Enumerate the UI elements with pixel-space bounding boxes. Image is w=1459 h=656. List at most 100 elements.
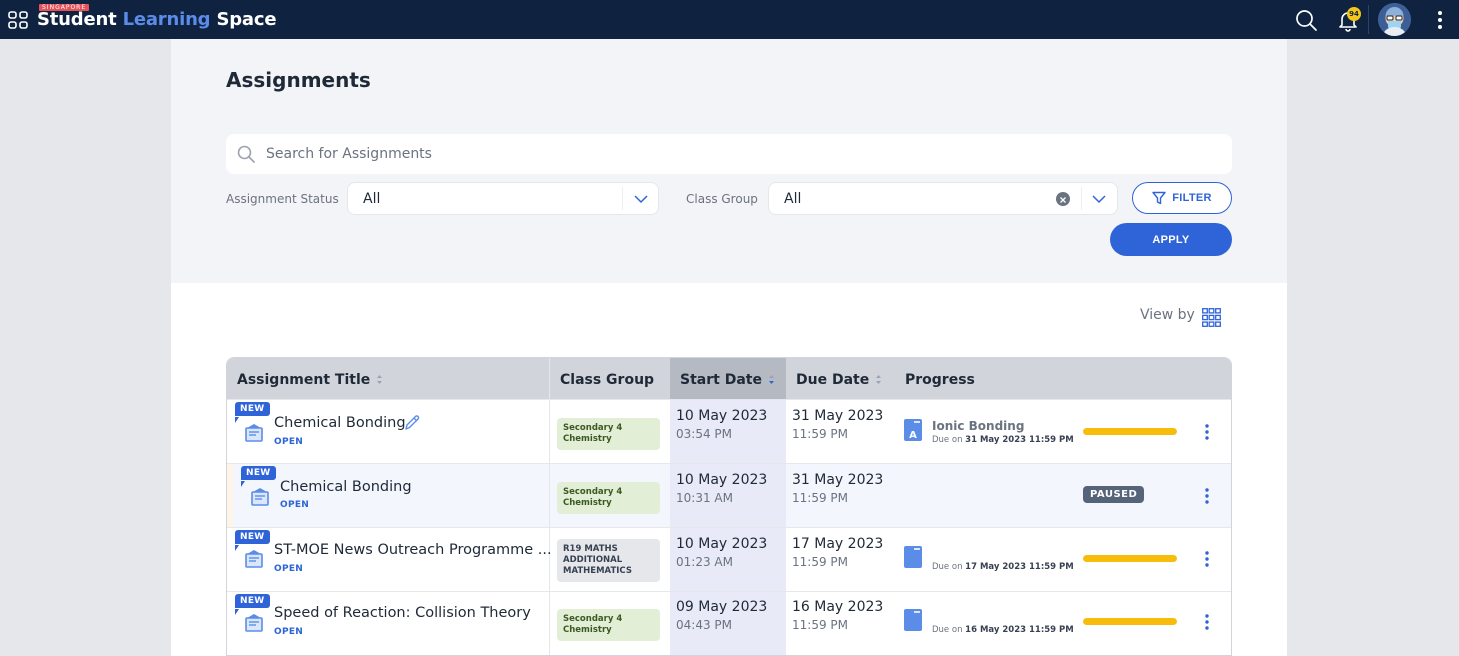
row-menu-kebab-icon[interactable] — [1201, 613, 1213, 631]
avatar[interactable] — [1378, 3, 1411, 36]
progress-bar — [1083, 555, 1177, 562]
progress-bar-fill — [1083, 555, 1177, 562]
column-header-progress: Progress — [905, 358, 975, 399]
column-header-title-label: Assignment Title — [237, 371, 371, 388]
grid-view-icon[interactable] — [1202, 308, 1221, 327]
filter-panel: Assignments Assignment Status All Class … — [171, 39, 1287, 283]
brand-word-space: Space — [216, 9, 277, 30]
column-header-start-date-label: Start Date — [680, 371, 762, 388]
class-group-chip: Secondary 4 Chemistry — [557, 482, 660, 514]
start-time: 10:31 AM — [676, 491, 733, 505]
chevron-down-icon[interactable] — [633, 192, 649, 206]
topbar-divider — [1368, 5, 1369, 34]
filter-button-label: FILTER — [1172, 192, 1212, 204]
brand-name: Student Learning Space — [37, 9, 277, 30]
status-open-label: OPEN — [274, 437, 304, 447]
column-header-due-date-label: Due Date — [796, 371, 870, 388]
new-badge: NEW — [235, 530, 270, 544]
start-time: 03:54 PM — [676, 427, 732, 441]
new-badge: NEW — [235, 402, 270, 416]
due-date: 16 May 2023 — [792, 599, 884, 615]
table-row[interactable]: NEW Speed of Reaction: Collision Theory … — [227, 591, 1231, 655]
folder-icon: A — [904, 419, 922, 441]
table-row[interactable]: NEW Chemical Bonding OPEN Secondary 4 Ch… — [227, 399, 1231, 463]
progress-due-text: Due on 31 May 2023 11:59 PM — [932, 435, 1074, 445]
due-prefix: Due on — [932, 435, 963, 445]
due-time: 11:59 PM — [792, 555, 848, 569]
column-divider — [549, 592, 550, 655]
table-row[interactable]: NEW ST-MOE News Outreach Programme ... O… — [227, 527, 1231, 591]
search-input[interactable] — [266, 142, 1206, 166]
apply-button-label: APPLY — [1152, 233, 1190, 246]
assignment-icon — [251, 488, 269, 506]
due-date: 31 May 2023 — [792, 408, 884, 424]
column-divider — [549, 528, 550, 591]
apply-button[interactable]: APPLY — [1110, 223, 1232, 256]
sort-icon[interactable] — [875, 374, 882, 385]
new-badge: NEW — [241, 466, 276, 480]
due-time: 11:59 PM — [792, 491, 848, 505]
table-row[interactable]: NEW Chemical Bonding OPEN Secondary 4 Ch… — [227, 463, 1231, 527]
apps-grid-icon[interactable] — [8, 11, 28, 29]
header-divider — [549, 358, 550, 399]
due-prefix: Due on — [932, 562, 963, 572]
column-divider — [549, 464, 550, 527]
class-group-chip: Secondary 4 Chemistry — [557, 418, 660, 450]
status-open-label: OPEN — [274, 564, 304, 574]
progress-due-text: Due on 17 May 2023 11:59 PM — [932, 562, 1074, 572]
new-badge: NEW — [235, 594, 270, 608]
start-date: 09 May 2023 — [676, 599, 768, 615]
progress-bar-fill — [1083, 428, 1177, 435]
filter-funnel-icon — [1152, 191, 1166, 205]
progress-bar — [1083, 618, 1177, 625]
select-separator — [622, 187, 623, 210]
row-accent — [227, 464, 233, 527]
status-open-label: OPEN — [274, 627, 304, 637]
column-header-class-group: Class Group — [560, 358, 654, 399]
brand-word-student: Student — [37, 9, 117, 30]
row-menu-kebab-icon[interactable] — [1201, 487, 1213, 505]
folder-icon — [904, 609, 922, 631]
column-header-due-date[interactable]: Due Date — [796, 358, 882, 399]
row-menu-kebab-icon[interactable] — [1201, 423, 1213, 441]
search-icon[interactable] — [1294, 8, 1318, 32]
due-datetime: 31 May 2023 11:59 PM — [965, 435, 1074, 445]
sort-icon[interactable] — [376, 374, 383, 385]
class-group-value: All — [784, 191, 802, 207]
filter-button[interactable]: FILTER — [1132, 182, 1232, 214]
assignment-icon — [245, 424, 263, 442]
notification-count-badge: 94 — [1347, 7, 1361, 21]
due-time: 11:59 PM — [792, 427, 848, 441]
progress-bar-fill — [1083, 618, 1177, 625]
due-prefix: Due on — [932, 625, 963, 635]
avatar-illustration-icon — [1378, 3, 1411, 36]
new-badge-tail — [241, 481, 245, 487]
edit-pencil-icon[interactable] — [403, 414, 421, 432]
row-menu-kebab-icon[interactable] — [1201, 550, 1213, 568]
column-header-title[interactable]: Assignment Title — [237, 358, 383, 399]
class-group-select[interactable]: All — [768, 182, 1118, 215]
paused-status-badge: PAUSED — [1083, 486, 1145, 503]
assignment-icon — [245, 614, 263, 632]
assignments-table: Assignment Title Class Group Start Date … — [226, 357, 1232, 656]
sort-descending-icon[interactable] — [768, 374, 775, 385]
column-header-class-group-label: Class Group — [560, 371, 655, 388]
page-title: Assignments — [226, 68, 371, 92]
column-header-start-date[interactable]: Start Date — [670, 358, 786, 399]
clear-icon[interactable] — [1056, 192, 1070, 206]
due-datetime: 17 May 2023 11:59 PM — [965, 562, 1074, 572]
kebab-menu-icon[interactable] — [1432, 8, 1448, 32]
assignment-title-link[interactable]: ST-MOE News Outreach Programme ... — [274, 542, 552, 558]
folder-letter: A — [909, 430, 917, 441]
brand-word-learning: Learning — [122, 9, 211, 30]
due-date: 17 May 2023 — [792, 536, 884, 552]
assignment-status-label: Assignment Status — [226, 192, 339, 206]
due-datetime: 16 May 2023 11:59 PM — [965, 625, 1074, 635]
search-field[interactable] — [226, 134, 1232, 174]
chevron-down-icon[interactable] — [1091, 192, 1107, 206]
assignment-status-select[interactable]: All — [347, 182, 659, 215]
assignment-title-link[interactable]: Chemical Bonding — [280, 479, 412, 495]
assignment-title-link[interactable]: Speed of Reaction: Collision Theory — [274, 605, 531, 621]
start-time: 04:43 PM — [676, 618, 732, 632]
assignment-title-link[interactable]: Chemical Bonding — [274, 415, 406, 431]
